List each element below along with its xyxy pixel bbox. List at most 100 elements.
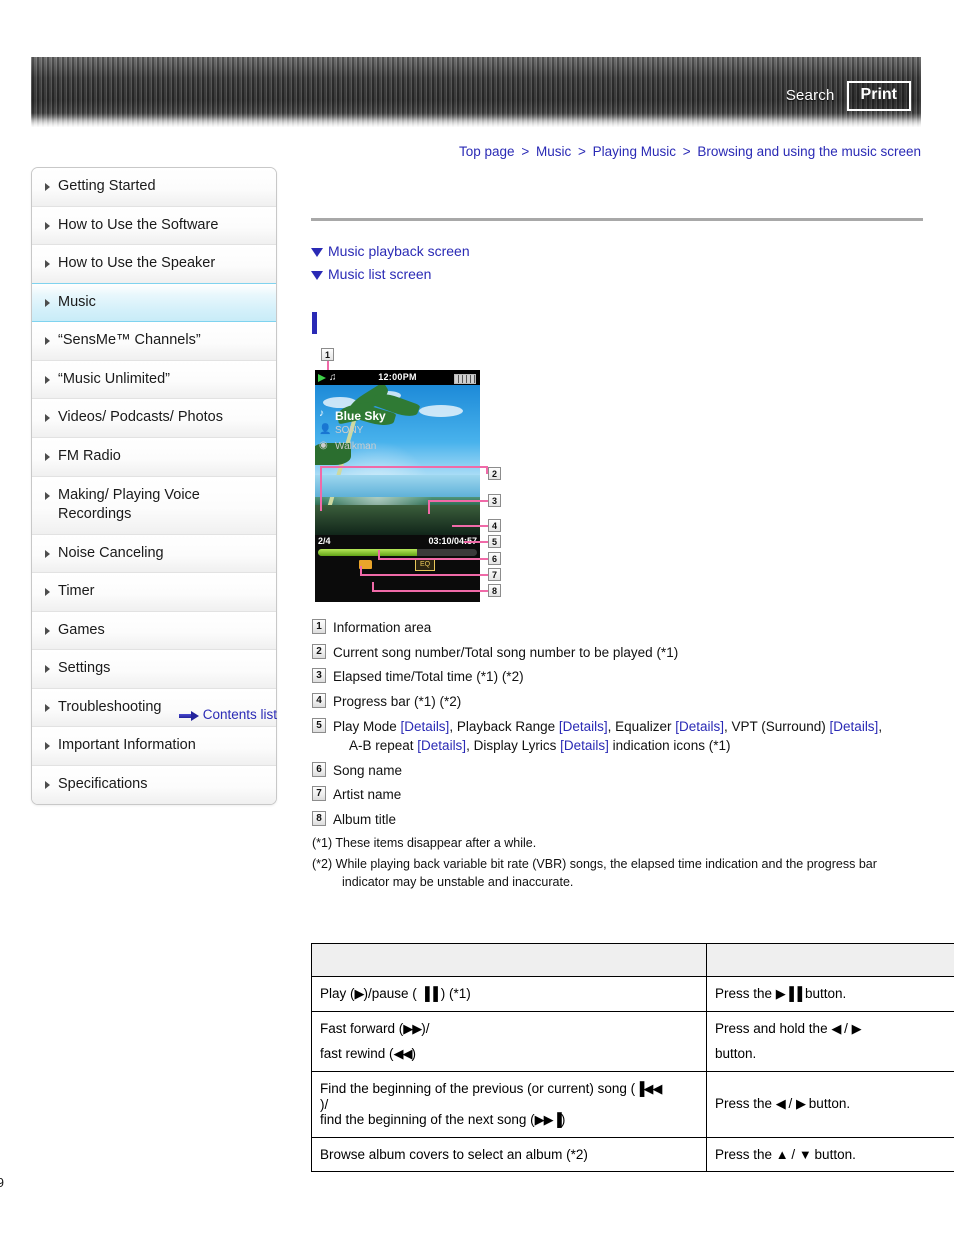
device-status-bar: ♫ 12:00PM [315, 370, 480, 386]
details-link-equalizer[interactable]: [Details] [675, 719, 724, 734]
breadcrumb-item-current[interactable]: Browsing and using the music screen [697, 144, 921, 159]
sidebar-item-label: Timer [58, 583, 95, 600]
chevron-right-icon [45, 375, 50, 384]
album-title-row: ◉ Walkman [315, 439, 480, 456]
callout-leader-8 [372, 590, 488, 593]
cell-text: button. [805, 1096, 851, 1112]
breadcrumb-item-music[interactable]: Music [536, 144, 571, 159]
sidebar-item-music[interactable]: Music [32, 282, 276, 323]
section-link-music-playback-screen[interactable]: Music playback screen [311, 240, 923, 263]
cell-text: Play ( [320, 985, 355, 1001]
operation-line-1: Find the beginning of the previous (or c… [320, 1081, 698, 1097]
details-link-display-lyrics[interactable]: [Details] [560, 738, 609, 753]
sidebar-item-label: FM Radio [58, 447, 121, 464]
sidebar-item-getting-started[interactable]: Getting Started [32, 168, 276, 207]
print-button[interactable]: Print [846, 81, 911, 111]
callout-leader-3b [428, 500, 430, 515]
battery-icon [454, 374, 476, 385]
page-number: 59 [0, 1176, 950, 1190]
operation-cell-fast-forward-rewind: Fast forward (▶▶)/ fast rewind (◀◀) [311, 1010, 707, 1072]
table-header-operation [311, 942, 707, 977]
sidebar-item-making-playing-voice-recordings[interactable]: Making/ Playing Voice Recordings [32, 476, 276, 535]
left-glyph-icon: ◀ [831, 1021, 841, 1037]
details-link-vpt-surround[interactable]: [Details] [830, 719, 879, 734]
action-cell-fast-forward-rewind: Press and hold the ◀ / ▶ button. [706, 1010, 954, 1072]
action-line-1: Press and hold the ◀ / ▶ [715, 1021, 947, 1037]
contents-list-label: Contents list [202, 707, 277, 722]
details-link-playback-range[interactable]: [Details] [559, 719, 608, 734]
chevron-right-icon [45, 742, 50, 751]
breadcrumb-item-playing-music[interactable]: Playing Music [593, 144, 676, 159]
cell-text: / [787, 1146, 799, 1162]
left-glyph-icon: ◀ [775, 1096, 786, 1112]
details-link-ab-repeat[interactable]: [Details] [417, 738, 466, 753]
sidebar-item-timer[interactable]: Timer [32, 573, 276, 612]
operation-line-3: find the beginning of the next song (▶▶▐… [320, 1112, 698, 1128]
chevron-right-icon [45, 183, 50, 191]
content-divider [311, 218, 923, 221]
legend-text-part: , Playback Range [449, 718, 559, 734]
legend-badge-5: 5 [312, 717, 326, 733]
cell-text: button. [801, 985, 847, 1001]
callout-7: 7 [488, 568, 501, 582]
progress-bar-fill [318, 549, 417, 557]
breadcrumb: Top page > Music > Playing Music > Brows… [0, 144, 921, 159]
callout-5: 5 [488, 535, 501, 549]
next-track-glyph-icon: ▶▶▐ [534, 1111, 562, 1127]
callout-4: 4 [488, 519, 501, 533]
sidebar-item-label: Videos/ Podcasts/ Photos [58, 409, 223, 426]
search-link[interactable]: Search [786, 87, 835, 104]
footnote-mark: (*1) [312, 836, 333, 851]
legend-text-part: Play Mode [333, 718, 401, 734]
sidebar-item-specifications[interactable]: Specifications [32, 766, 276, 804]
fast-rewind-glyph-icon: ◀◀ [393, 1045, 413, 1061]
sidebar-item-games[interactable]: Games [32, 611, 276, 651]
footnote-text: These items disappear after a while. [335, 836, 537, 851]
sidebar-item-music-unlimited[interactable]: “Music Unlimited” [32, 360, 276, 400]
sidebar-item-settings[interactable]: Settings [32, 650, 276, 689]
sidebar-item-label: Specifications [58, 776, 148, 792]
chevron-right-icon [45, 549, 50, 558]
details-link-play-mode[interactable]: [Details] [401, 719, 450, 734]
artist-name: SONY [335, 425, 364, 437]
footnote-text: While playing back variable bit rate (VB… [335, 856, 877, 871]
section-links: Music playback screen Music list screen [311, 240, 923, 285]
footnote-text-cont: indicator may be unstable and inaccurate… [342, 874, 574, 889]
section-link-music-list-screen[interactable]: Music list screen [311, 263, 923, 286]
section-link-label: Music list screen [328, 265, 432, 282]
sidebar-item-label: Games [58, 621, 105, 638]
chevron-down-icon [311, 270, 323, 280]
legend-badge-8: 8 [312, 810, 326, 826]
main-content: Music playback screen Music list screen … [311, 167, 954, 1172]
sidebar-item-label: Getting Started [58, 178, 156, 194]
sidebar-item-sensme-channels[interactable]: “SensMe™ Channels” [32, 322, 276, 361]
progress-bar [318, 549, 477, 557]
chevron-right-icon [45, 588, 50, 597]
sidebar-item-label: “Music Unlimited” [58, 370, 170, 387]
cell-text: Press the [715, 1146, 776, 1162]
play-pause-glyph-icon: ▶▐▐ [775, 985, 802, 1001]
sidebar-item-label: “SensMe™ Channels” [58, 332, 201, 349]
chevron-right-icon [45, 260, 50, 269]
sidebar-item-label: How to Use the Software [58, 216, 219, 233]
sidebar-item-fm-radio[interactable]: FM Radio [32, 437, 276, 477]
legend-item-5: 5 Play Mode [Details], Playback Range [D… [311, 717, 923, 756]
sidebar-item-label: Noise Canceling [58, 544, 164, 561]
sidebar-item-how-to-use-the-speaker[interactable]: How to Use the Speaker [32, 245, 276, 284]
table-row: Play (▶)/pause ( ▐▐ ) (*1) Press the ▶▐▐… [311, 975, 954, 1012]
callout-leader-7b [360, 566, 362, 576]
sidebar-item-videos-podcasts-photos[interactable]: Videos/ Podcasts/ Photos [32, 399, 276, 438]
legend-badge-6: 6 [312, 761, 326, 777]
sidebar-item-important-information[interactable]: Important Information [32, 727, 276, 766]
cell-text: Find the beginning of the previous (or c… [320, 1080, 636, 1096]
breadcrumb-separator: > [578, 144, 586, 159]
artist-name-row: 👤 SONY [315, 423, 480, 440]
cell-text: )/ [421, 1020, 430, 1036]
sidebar-item-noise-canceling[interactable]: Noise Canceling [32, 534, 276, 574]
sidebar-item-how-to-use-the-software[interactable]: How to Use the Software [32, 206, 276, 246]
cell-text: Press the [715, 985, 776, 1001]
table-row: Find the beginning of the previous (or c… [311, 1070, 954, 1138]
table-row: Fast forward (▶▶)/ fast rewind (◀◀) Pres… [311, 1010, 954, 1072]
breadcrumb-item-top-page[interactable]: Top page [459, 144, 515, 159]
contents-list-link[interactable]: Contents list [31, 707, 277, 722]
